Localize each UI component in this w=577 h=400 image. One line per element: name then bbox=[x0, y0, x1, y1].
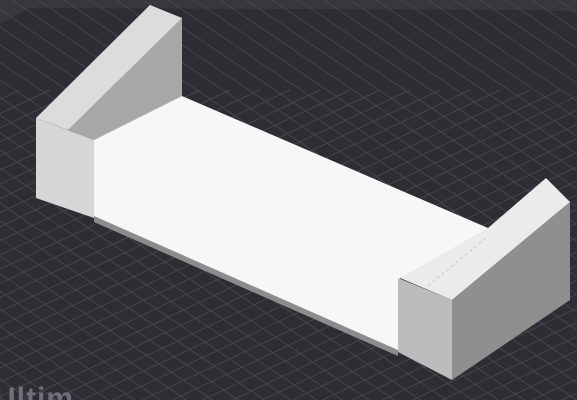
build-plate-scene[interactable] bbox=[0, 0, 577, 400]
grid-line bbox=[0, 0, 8, 400]
3d-viewport[interactable]: Ultim bbox=[0, 0, 577, 400]
build-plate-far-edge bbox=[0, 0, 577, 24]
build-plate-label: Ultim bbox=[0, 382, 74, 400]
